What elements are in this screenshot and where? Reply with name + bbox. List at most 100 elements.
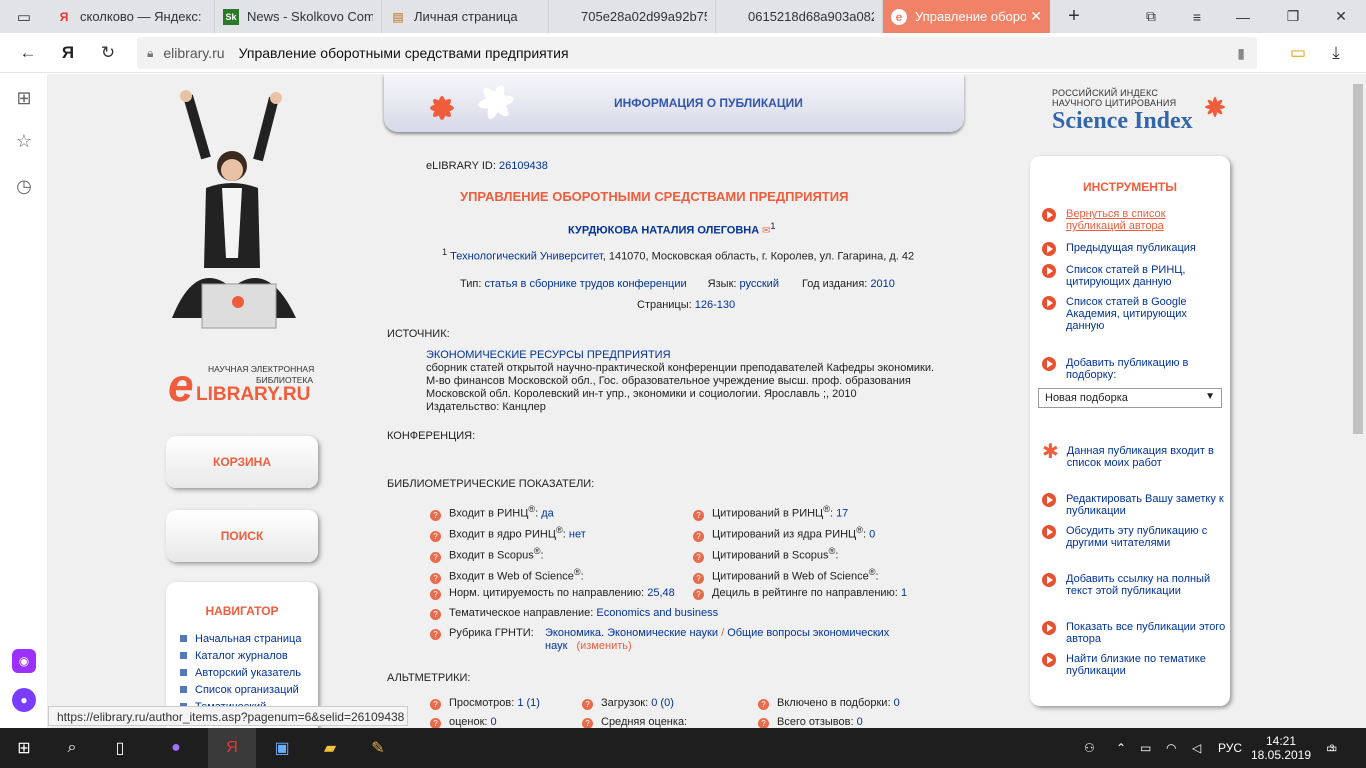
folder-icon[interactable]: ▰ xyxy=(306,728,354,768)
add-to-collection[interactable]: Добавить публикацию в подборку: xyxy=(1042,357,1226,381)
restore-icon[interactable]: ❐ xyxy=(1270,0,1316,33)
yandex-home-icon[interactable]: Я xyxy=(56,41,80,65)
edit-note[interactable]: Редактировать Вашу заметку к публикации xyxy=(1042,493,1226,517)
in-my-works[interactable]: ✱ Данная публикация входит в список моих … xyxy=(1042,442,1226,469)
yandex-browser-icon[interactable]: Я xyxy=(208,728,256,768)
network-icon[interactable]: ◠ xyxy=(1166,728,1176,768)
help-icon[interactable]: ? xyxy=(430,551,441,563)
tab-skolkovo[interactable]: Sk News - Skolkovo Com xyxy=(215,0,382,33)
author-name[interactable]: КУРДЮКОВА НАТАЛИЯ ОЛЕГОВНА ✉1 xyxy=(568,221,775,237)
science-index-logo[interactable]: РОССИЙСКИЙ ИНДЕКС НАУЧНОГО ЦИТИРОВАНИЯ S… xyxy=(1052,88,1232,138)
google-citing-list[interactable]: Список статей в Google Академия, цитирую… xyxy=(1042,296,1226,332)
close-window-icon[interactable]: ✕ xyxy=(1316,0,1366,33)
discuss-publication[interactable]: Обсудить эту публикацию с другими читате… xyxy=(1042,525,1226,549)
alice-icon[interactable]: ● xyxy=(12,688,36,712)
bookmark-icon[interactable]: ▮ xyxy=(1237,45,1245,62)
windows-start-icon[interactable]: ⊞ xyxy=(0,728,48,768)
scrollbar[interactable] xyxy=(1350,74,1366,728)
back-to-author-list[interactable]: Вернуться в список публикаций автора xyxy=(1042,208,1226,232)
tabs-menu-icon[interactable]: ▭ xyxy=(0,0,48,33)
add-fulltext-link[interactable]: Добавить ссылку на полный текст этой пуб… xyxy=(1042,573,1226,597)
help-icon[interactable]: ? xyxy=(430,509,441,521)
nav-item-home[interactable]: Начальная страница xyxy=(180,630,318,647)
search-button[interactable]: ПОИСК xyxy=(166,510,318,562)
help-icon[interactable]: ? xyxy=(693,551,704,563)
help-icon[interactable]: ? xyxy=(430,572,441,584)
play-icon xyxy=(1042,653,1056,667)
publisher: Издательство: Канцлер xyxy=(426,401,546,413)
history-icon[interactable]: ◷ xyxy=(12,174,36,198)
help-icon[interactable]: ? xyxy=(693,572,704,584)
collection-select[interactable]: Новая подборка ▼ xyxy=(1038,388,1222,408)
tab-hash2[interactable]: 0615218d68a903a082 xyxy=(716,0,883,33)
help-icon[interactable]: ? xyxy=(693,530,704,542)
status-url: https://elibrary.ru/author_items.asp?pag… xyxy=(48,706,408,726)
back-icon[interactable]: ← xyxy=(16,41,40,65)
metric-avg: ? Средняя оценка: xyxy=(582,716,687,728)
nav-item-authors[interactable]: Авторский указатель xyxy=(180,664,318,681)
tab-yandex[interactable]: Ясколково — Яндекс: xyxy=(48,0,215,33)
nav-item-orgs[interactable]: Список организаций xyxy=(180,681,318,698)
close-tab-icon[interactable]: ✕ xyxy=(1030,8,1042,25)
help-icon[interactable]: ? xyxy=(582,718,593,728)
tab-hash1[interactable]: 705e28a02d99a92b75 xyxy=(549,0,716,33)
paint-icon[interactable]: ✎ xyxy=(354,728,402,768)
help-icon[interactable]: ? xyxy=(430,718,441,728)
battery-icon[interactable]: ▭ xyxy=(1286,41,1310,65)
new-tab-icon[interactable]: + xyxy=(1050,0,1098,33)
grid-icon[interactable]: ⊞ xyxy=(12,86,36,110)
source-label: ИСТОЧНИК: xyxy=(387,328,450,340)
messenger-icon[interactable]: ◉ xyxy=(12,649,36,673)
help-icon[interactable]: ? xyxy=(758,718,769,728)
source-line: М-во финансов Московской обл., Гос. обра… xyxy=(426,375,911,387)
notifications-icon[interactable]: ▭ 3 xyxy=(1326,728,1337,768)
people-icon[interactable]: ⚇ xyxy=(1084,728,1095,768)
download-icon[interactable]: ⤓ xyxy=(1324,41,1348,65)
address-bar: ← Я ↻ 🔒︎ elibrary.ru Управление оборотны… xyxy=(0,33,1366,73)
task-view-icon[interactable]: ▯ xyxy=(96,728,144,768)
skolkovo-icon: Sk xyxy=(223,8,239,25)
search-icon[interactable]: ⌕ xyxy=(48,728,96,768)
metric-scopus: ? Входит в Scopus®: xyxy=(430,546,544,563)
mascot-illustration xyxy=(172,90,296,329)
menu-icon[interactable]: ≡ xyxy=(1174,0,1220,33)
tab-personal[interactable]: ▤ Личная страница xyxy=(382,0,549,33)
show-author-pubs[interactable]: Показать все публикации этого автора xyxy=(1042,621,1226,645)
rinc-citing-list[interactable]: Список статей в РИНЦ, цитирующих данную xyxy=(1042,264,1226,288)
clock[interactable]: 14:21 18.05.2019 xyxy=(1250,728,1312,768)
play-icon xyxy=(1042,208,1056,222)
elibrary-icon: e xyxy=(891,8,907,25)
minimize-icon[interactable]: — xyxy=(1220,0,1266,33)
help-icon[interactable]: ? xyxy=(430,699,441,710)
email-icon[interactable]: ✉ xyxy=(759,226,770,237)
url-field[interactable]: 🔒︎ elibrary.ru Управление оборотными сре… xyxy=(137,37,1257,69)
help-icon[interactable]: ? xyxy=(693,509,704,521)
source-link[interactable]: ЭКОНОМИЧЕСКИЕ РЕСУРСЫ ПРЕДПРИЯТИЯ xyxy=(426,349,671,361)
language-indicator[interactable]: РУС xyxy=(1218,728,1242,768)
tray-arrow-icon[interactable]: ⌃ xyxy=(1116,728,1126,768)
metric-cit-scopus: ? Цитирований в Scopus®: xyxy=(693,546,838,563)
help-icon[interactable]: ? xyxy=(430,629,441,640)
play-icon xyxy=(1042,621,1056,635)
help-icon[interactable]: ? xyxy=(430,530,441,542)
help-icon[interactable]: ? xyxy=(430,609,441,620)
alice-icon[interactable]: ● xyxy=(152,728,200,768)
nav-item-journals[interactable]: Каталог журналов xyxy=(180,647,318,664)
metric-cit-wos: ? Цитирований в Web of Science®: xyxy=(693,567,879,584)
bookmarks-icon[interactable]: ⧉ xyxy=(1128,0,1174,33)
find-similar[interactable]: Найти близкие по тематике публикации xyxy=(1042,653,1226,677)
help-icon[interactable]: ? xyxy=(693,589,704,600)
previous-publication[interactable]: Предыдущая публикация xyxy=(1042,242,1226,256)
asterisk-icon xyxy=(1205,97,1225,117)
battery-tray-icon[interactable]: ▭ xyxy=(1140,728,1151,768)
help-icon[interactable]: ? xyxy=(758,699,769,710)
reload-icon[interactable]: ↻ xyxy=(96,41,120,65)
volume-icon[interactable]: ◁ xyxy=(1192,728,1201,768)
help-icon[interactable]: ? xyxy=(430,589,441,600)
elibrary-logo[interactable]: НАУЧНАЯ ЭЛЕКТРОННАЯ БИБЛИОТЕКА e LIBRARY… xyxy=(168,359,328,412)
tab-elibrary[interactable]: e Управление оборо ✕ xyxy=(883,0,1050,33)
help-icon[interactable]: ? xyxy=(582,699,593,710)
cart-button[interactable]: КОРЗИНА xyxy=(166,436,318,488)
computer-icon[interactable]: ▣ xyxy=(258,728,306,768)
star-icon[interactable]: ☆ xyxy=(12,129,36,153)
